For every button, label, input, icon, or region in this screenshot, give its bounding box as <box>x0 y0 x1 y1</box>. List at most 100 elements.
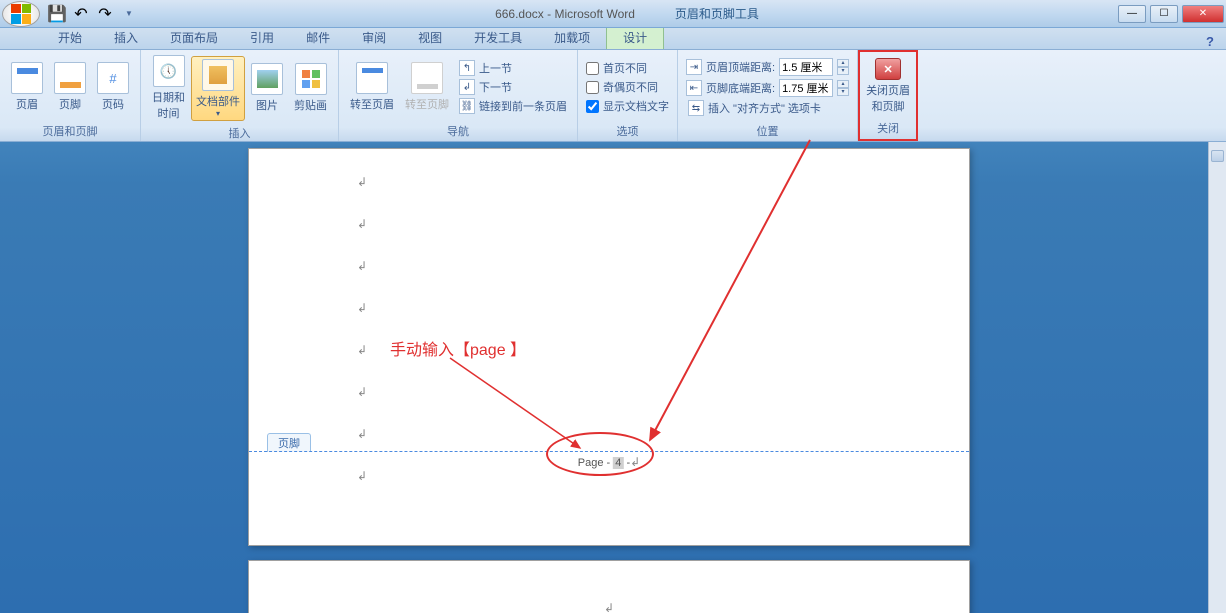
tab-review[interactable]: 审阅 <box>346 26 402 49</box>
goto-footer-icon <box>411 62 443 94</box>
maximize-button[interactable]: ☐ <box>1150 5 1178 23</box>
tab-view[interactable]: 视图 <box>402 26 458 49</box>
different-odd-even-check[interactable]: 奇偶页不同 <box>584 78 671 96</box>
close-hf-l2: 和页脚 <box>872 98 905 114</box>
footer-page-field: 4 <box>613 457 623 469</box>
dropdown-arrow-icon: ▾ <box>216 109 220 118</box>
window-controls: — ☐ ✕ <box>1116 3 1226 25</box>
quick-parts-label: 文档部件 <box>196 93 240 109</box>
page-number-label: 页码 <box>102 96 124 112</box>
datetime-icon: 🕔 <box>153 55 185 87</box>
ribbon-tabs: 开始 插入 页面布局 引用 邮件 审阅 视图 开发工具 加载项 设计 ? <box>0 28 1226 50</box>
context-tool-title: 页眉和页脚工具 <box>675 5 759 22</box>
group-position: ⇥ 页眉顶端距离: ▴▾ ⇤ 页脚底端距离: ▴▾ ⇆ 插入 "对齐方式" 选项… <box>678 50 858 141</box>
next-section-icon: ↲ <box>459 79 475 95</box>
goto-header-icon <box>356 62 388 94</box>
group-header-footer: 页眉 页脚 # 页码 页眉和页脚 <box>0 50 141 141</box>
picture-label: 图片 <box>256 97 278 113</box>
redo-icon[interactable]: ↷ <box>96 5 114 23</box>
clipart-icon <box>295 63 327 95</box>
page-number-icon: # <box>97 62 129 94</box>
vertical-scrollbar[interactable] <box>1208 142 1226 613</box>
footer-bottom-input[interactable] <box>779 79 833 97</box>
different-first-check[interactable]: 首页不同 <box>584 59 671 77</box>
footer-label: 页脚 <box>59 96 81 112</box>
group-label: 选项 <box>584 122 671 141</box>
page-2[interactable]: ↲ <box>248 560 970 613</box>
scroll-thumb[interactable] <box>1211 150 1224 162</box>
tab-design[interactable]: 设计 <box>606 25 664 49</box>
prev-section-label: 上一节 <box>479 60 512 76</box>
insert-align-tab-button[interactable]: ⇆ 插入 "对齐方式" 选项卡 <box>684 99 851 117</box>
footer-tag: 页脚 <box>267 433 311 452</box>
quick-access-toolbar: 💾 ↶ ↷ ▼ <box>48 5 138 23</box>
office-logo-icon <box>11 4 31 24</box>
header-label: 页眉 <box>16 96 38 112</box>
header-para-mark: ↲ <box>604 601 614 613</box>
footer-distance-icon: ⇤ <box>686 80 702 96</box>
goto-header-label: 转至页眉 <box>350 96 394 112</box>
footer-icon <box>54 62 86 94</box>
show-doc-text-check[interactable]: 显示文档文字 <box>584 97 671 115</box>
office-button[interactable] <box>2 1 40 27</box>
header-button[interactable]: 页眉 <box>6 59 48 115</box>
different-odd-even-label: 奇偶页不同 <box>603 79 658 95</box>
qat-dropdown-icon[interactable]: ▼ <box>120 5 138 23</box>
link-previous-icon: ⛓ <box>459 98 475 114</box>
close-header-footer-button[interactable]: ✕ 关闭页眉 和页脚 <box>861 55 915 117</box>
tab-mailings[interactable]: 邮件 <box>290 26 346 49</box>
title-bar: 💾 ↶ ↷ ▼ 666.docx - Microsoft Word 页眉和页脚工… <box>0 0 1226 28</box>
quick-parts-button[interactable]: 文档部件 ▾ <box>191 56 245 121</box>
save-icon[interactable]: 💾 <box>48 5 66 23</box>
window-title: 666.docx - Microsoft Word <box>495 7 635 21</box>
tab-developer[interactable]: 开发工具 <box>458 26 538 49</box>
show-doc-text-label: 显示文档文字 <box>603 98 669 114</box>
next-section-label: 下一节 <box>479 79 512 95</box>
group-label: 位置 <box>684 122 851 141</box>
datetime-button[interactable]: 🕔 日期和 时间 <box>147 52 190 124</box>
prev-section-icon: ↰ <box>459 60 475 76</box>
undo-icon[interactable]: ↶ <box>72 5 90 23</box>
footer-button[interactable]: 页脚 <box>49 59 91 115</box>
document-area[interactable]: ↲↲↲↲ ↲↲↲↲ 页脚 Page - 4 -↲ ↲ <box>0 142 1226 613</box>
goto-footer-button[interactable]: 转至页脚 <box>400 59 454 115</box>
minimize-button[interactable]: — <box>1118 5 1146 23</box>
datetime-l1: 日期和 <box>152 89 185 105</box>
goto-footer-label: 转至页脚 <box>405 96 449 112</box>
clipart-label: 剪贴画 <box>294 97 327 113</box>
next-section-button[interactable]: ↲下一节 <box>455 78 571 96</box>
picture-button[interactable]: 图片 <box>246 60 288 116</box>
help-icon[interactable]: ? <box>1206 34 1214 49</box>
picture-icon <box>251 63 283 95</box>
footer-content[interactable]: Page - 4 -↲ <box>578 455 640 469</box>
group-navigation: 转至页眉 转至页脚 ↰上一节 ↲下一节 ⛓链接到前一条页眉 导航 <box>339 50 578 141</box>
insert-align-tab-label: 插入 "对齐方式" 选项卡 <box>708 100 821 116</box>
footer-boundary <box>249 451 969 452</box>
different-first-label: 首页不同 <box>603 60 647 76</box>
previous-section-button[interactable]: ↰上一节 <box>455 59 571 77</box>
header-top-label: 页眉顶端距离: <box>706 59 775 75</box>
header-top-spinners[interactable]: ▴▾ <box>837 59 849 75</box>
close-hf-l1: 关闭页眉 <box>866 82 910 98</box>
tab-home[interactable]: 开始 <box>42 26 98 49</box>
paragraph-marks: ↲↲↲↲ ↲↲↲↲ <box>357 175 367 483</box>
group-label: 关闭 <box>861 119 915 138</box>
goto-header-button[interactable]: 转至页眉 <box>345 59 399 115</box>
link-previous-button[interactable]: ⛓链接到前一条页眉 <box>455 97 571 115</box>
tab-addins[interactable]: 加载项 <box>538 26 606 49</box>
close-button[interactable]: ✕ <box>1182 5 1224 23</box>
group-label: 导航 <box>345 122 571 141</box>
quick-parts-icon <box>202 59 234 91</box>
footer-bottom-spinners[interactable]: ▴▾ <box>837 80 849 96</box>
page-number-button[interactable]: # 页码 <box>92 59 134 115</box>
ribbon: 页眉 页脚 # 页码 页眉和页脚 🕔 日期和 时间 文档部件 ▾ <box>0 50 1226 142</box>
page-1[interactable]: ↲↲↲↲ ↲↲↲↲ 页脚 Page - 4 -↲ <box>248 148 970 546</box>
tab-layout[interactable]: 页面布局 <box>154 26 234 49</box>
tab-references[interactable]: 引用 <box>234 26 290 49</box>
clipart-button[interactable]: 剪贴画 <box>289 60 332 116</box>
group-close: ✕ 关闭页眉 和页脚 关闭 <box>858 50 918 141</box>
align-tab-icon: ⇆ <box>688 100 704 116</box>
header-top-input[interactable] <box>779 58 833 76</box>
tab-insert[interactable]: 插入 <box>98 26 154 49</box>
datetime-l2: 时间 <box>158 105 180 121</box>
